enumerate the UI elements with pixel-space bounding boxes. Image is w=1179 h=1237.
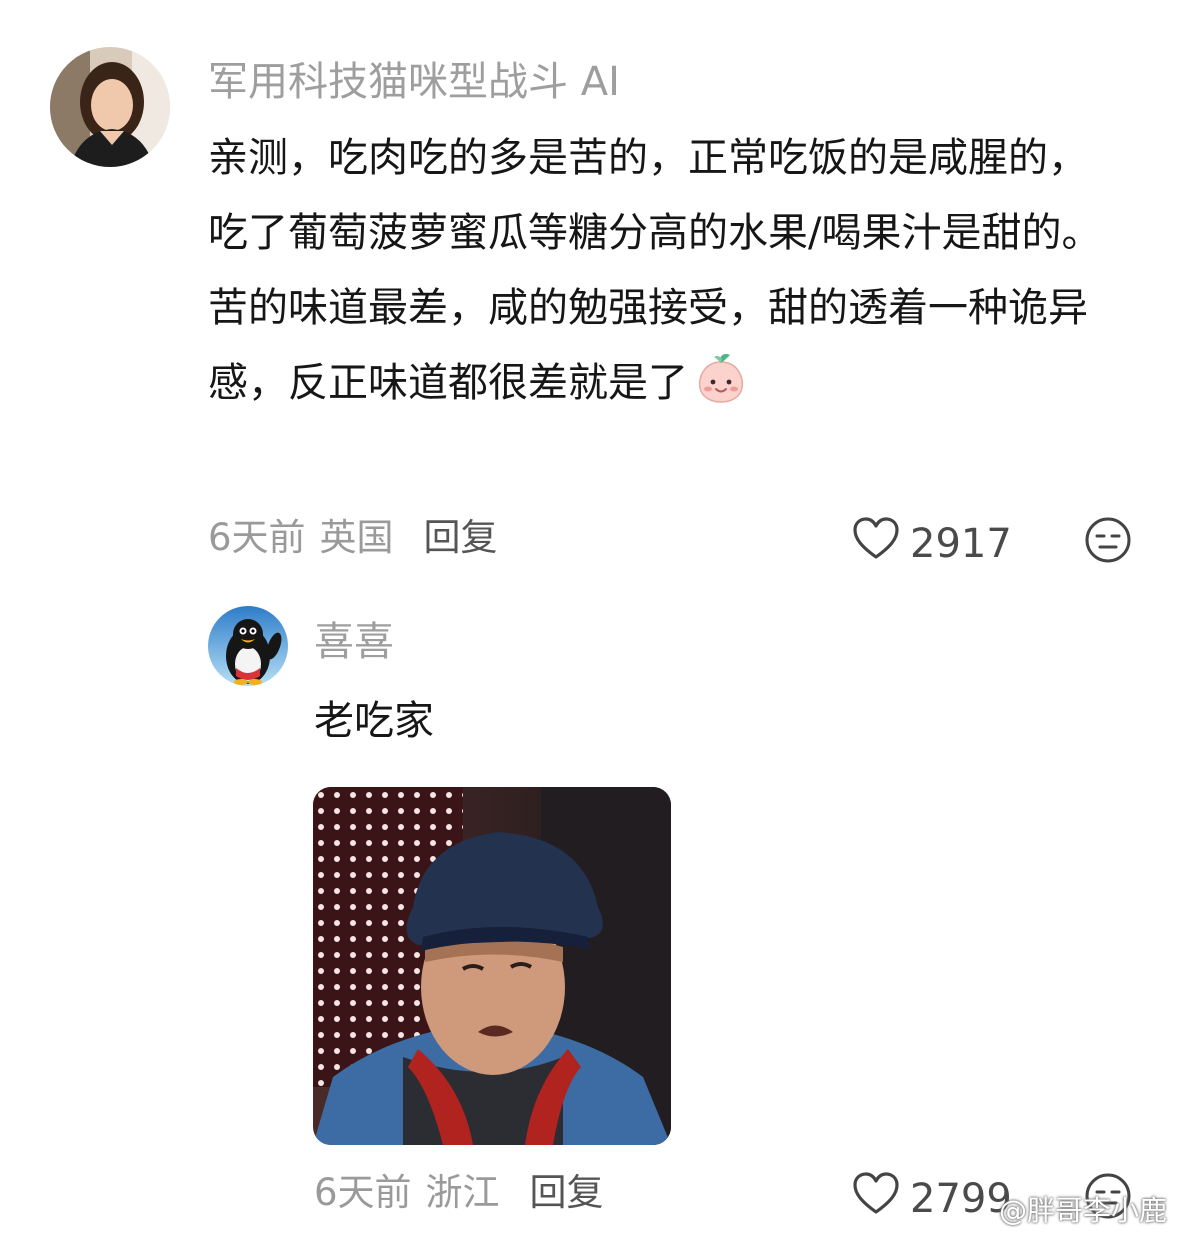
reply-username[interactable]: 喜喜: [314, 618, 394, 666]
comment-text-content: 亲测，吃肉吃的多是苦的，正常吃饭的是咸腥的，吃了葡萄菠萝蜜瓜等糖分高的水果/喝果…: [208, 135, 1102, 406]
peach-smile-emoji-icon: [694, 352, 748, 429]
heart-icon: [852, 1172, 910, 1226]
watermark: @胖哥李小鹿: [998, 1194, 1167, 1227]
reply-like-button[interactable]: 2799: [852, 1172, 1012, 1226]
reply-text: 老吃家: [314, 698, 434, 744]
reply-like-count: 2799: [910, 1176, 1012, 1222]
comment-meta: 6天前 英国 回复: [208, 515, 498, 561]
unamused-face-icon: [1085, 517, 1131, 563]
reply-image[interactable]: [313, 787, 671, 1145]
comment-like-button[interactable]: 2917: [852, 517, 1012, 571]
comment-reply-button[interactable]: 回复: [424, 516, 498, 559]
reply-time: 6天前: [314, 1171, 412, 1214]
meme-photo-man-in-cap-icon: [313, 787, 671, 1145]
reply-meta: 6天前 浙江 回复: [314, 1170, 604, 1216]
comment-like-count: 2917: [910, 521, 1012, 567]
comment-time: 6天前: [208, 516, 306, 559]
reply-reply-button[interactable]: 回复: [530, 1171, 604, 1214]
reply-location: 浙江: [425, 1171, 500, 1214]
comment-text: 亲测，吃肉吃的多是苦的，正常吃饭的是咸腥的，吃了葡萄菠萝蜜瓜等糖分高的水果/喝果…: [208, 121, 1118, 429]
comment-username[interactable]: 军用科技猫咪型战斗 AI: [208, 58, 620, 106]
reply-avatar[interactable]: [208, 606, 288, 686]
comment-location: 英国: [319, 516, 394, 559]
comment-dislike-button[interactable]: [1084, 516, 1132, 568]
comment-avatar[interactable]: [50, 47, 170, 167]
heart-icon: [852, 517, 910, 571]
